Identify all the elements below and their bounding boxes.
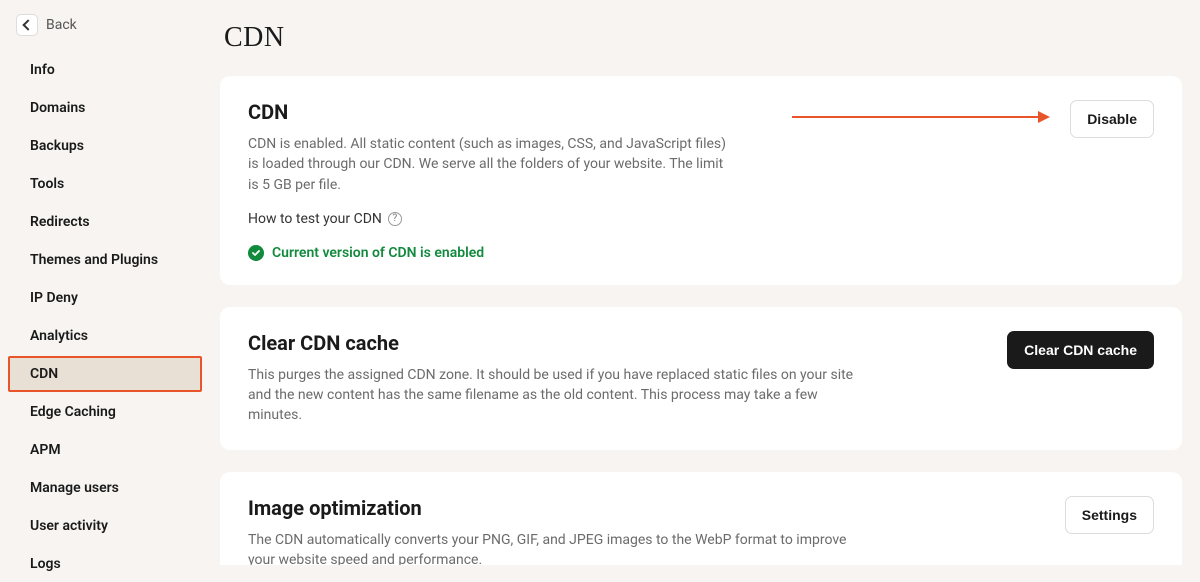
sidebar-item-redirects[interactable]: Redirects bbox=[8, 204, 202, 240]
sidebar-item-analytics[interactable]: Analytics bbox=[8, 318, 202, 354]
sidebar-item-logs[interactable]: Logs bbox=[8, 546, 202, 582]
image-opt-desc: The CDN automatically converts your PNG,… bbox=[248, 530, 868, 565]
sidebar: Back Info Domains Backups Tools Redirect… bbox=[0, 0, 210, 565]
card-clear-cache: Clear CDN cache This purges the assigned… bbox=[220, 307, 1182, 450]
settings-button[interactable]: Settings bbox=[1065, 496, 1154, 534]
cdn-status: Current version of CDN is enabled bbox=[248, 245, 728, 261]
back-button[interactable]: Back bbox=[0, 14, 210, 52]
main-content: CDN CDN CDN is enabled. All static conte… bbox=[210, 0, 1200, 565]
sidebar-item-tools[interactable]: Tools bbox=[8, 166, 202, 202]
clear-cache-desc: This purges the assigned CDN zone. It sh… bbox=[248, 365, 868, 426]
sidebar-item-info[interactable]: Info bbox=[8, 52, 202, 88]
sidebar-item-themes-plugins[interactable]: Themes and Plugins bbox=[8, 242, 202, 278]
sidebar-item-user-activity[interactable]: User activity bbox=[8, 508, 202, 544]
disable-button[interactable]: Disable bbox=[1070, 100, 1154, 138]
image-opt-title: Image optimization bbox=[248, 496, 868, 520]
help-icon[interactable]: ? bbox=[388, 212, 402, 226]
annotation-arrow bbox=[792, 116, 1050, 118]
sidebar-item-manage-users[interactable]: Manage users bbox=[8, 470, 202, 506]
checkmark-icon bbox=[248, 245, 264, 261]
clear-cdn-cache-button[interactable]: Clear CDN cache bbox=[1007, 331, 1154, 369]
arrow-left-icon bbox=[16, 14, 38, 36]
cdn-status-text: Current version of CDN is enabled bbox=[272, 245, 484, 261]
card-image-optimization: Image optimization The CDN automatically… bbox=[220, 472, 1182, 565]
sidebar-item-apm[interactable]: APM bbox=[8, 432, 202, 468]
sidebar-item-backups[interactable]: Backups bbox=[8, 128, 202, 164]
sidebar-item-ip-deny[interactable]: IP Deny bbox=[8, 280, 202, 316]
nav-list: Info Domains Backups Tools Redirects The… bbox=[0, 52, 210, 582]
back-label: Back bbox=[46, 17, 77, 33]
sidebar-item-domains[interactable]: Domains bbox=[8, 90, 202, 126]
cdn-card-desc: CDN is enabled. All static content (such… bbox=[248, 134, 728, 195]
sidebar-item-cdn[interactable]: CDN bbox=[8, 356, 202, 392]
page-title: CDN bbox=[224, 22, 1182, 54]
sidebar-item-edge-caching[interactable]: Edge Caching bbox=[8, 394, 202, 430]
cdn-card-title: CDN bbox=[248, 100, 728, 124]
clear-cache-title: Clear CDN cache bbox=[248, 331, 868, 355]
card-cdn: CDN CDN is enabled. All static content (… bbox=[220, 76, 1182, 285]
test-cdn-link[interactable]: How to test your CDN bbox=[248, 211, 382, 227]
